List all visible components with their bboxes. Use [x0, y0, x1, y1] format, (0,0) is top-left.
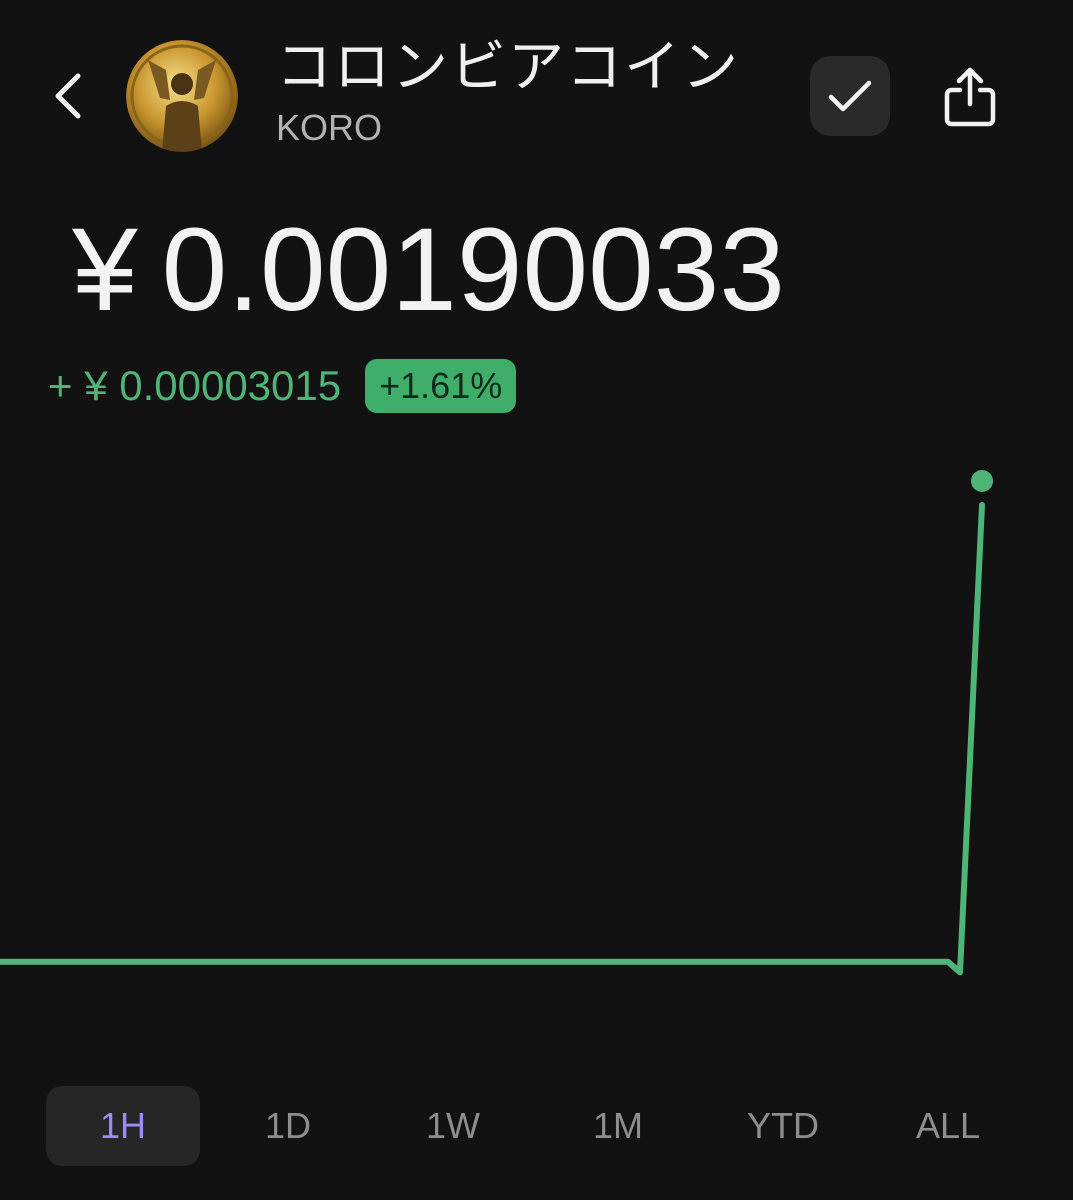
share-icon — [944, 67, 996, 127]
range-tab-ytd[interactable]: YTD — [706, 1086, 860, 1166]
coin-avatar — [126, 40, 238, 152]
range-tab-1m[interactable]: 1M — [541, 1086, 695, 1166]
price-change-absolute: + ¥ 0.00003015 — [48, 362, 342, 409]
range-tab-1d[interactable]: 1D — [211, 1086, 365, 1166]
range-tab-1h[interactable]: 1H — [46, 1086, 200, 1166]
share-button[interactable] — [930, 56, 1010, 136]
current-price: ¥0.00190033 — [72, 205, 785, 335]
watchlist-button[interactable] — [810, 56, 890, 136]
chevron-left-icon — [55, 73, 81, 119]
latest-price-marker — [971, 470, 993, 492]
coin-name: コロンビアコイン — [276, 35, 740, 100]
price-currency: ¥ — [72, 204, 138, 336]
coin-symbol: KORO — [276, 107, 383, 148]
back-button[interactable] — [40, 60, 96, 132]
price-change-row: + ¥ 0.00003015 +1.61% — [48, 358, 517, 414]
price-value: 0.00190033 — [161, 204, 786, 336]
title-block: コロンビアコイン KORO — [276, 32, 740, 150]
time-range-selector: 1H 1D 1W 1M YTD ALL — [0, 1086, 1073, 1166]
checkmark-icon — [828, 80, 872, 112]
price-line-series — [0, 502, 985, 976]
price-chart[interactable] — [0, 450, 1073, 1050]
range-tab-1w[interactable]: 1W — [376, 1086, 530, 1166]
header: コロンビアコイン KORO — [0, 0, 1073, 180]
price-change-percent-badge: +1.61% — [365, 359, 517, 413]
range-tab-all[interactable]: ALL — [871, 1086, 1025, 1166]
